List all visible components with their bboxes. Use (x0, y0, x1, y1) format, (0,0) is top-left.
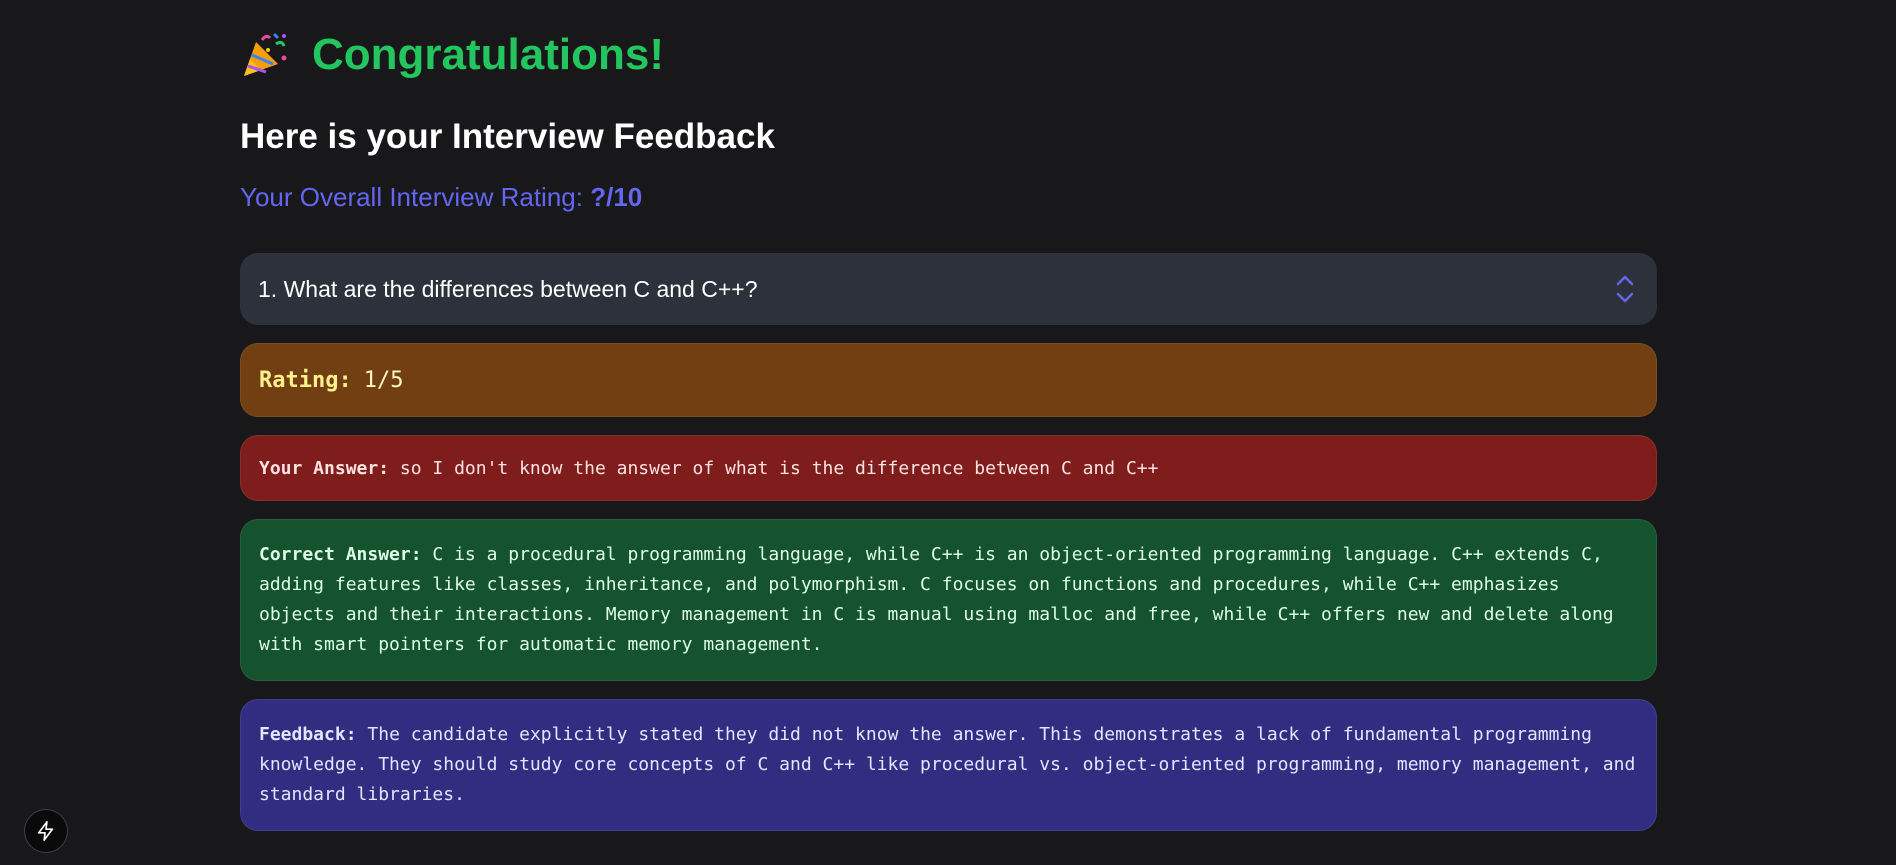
feedback-label: Feedback: (259, 724, 357, 746)
party-popper-icon (244, 32, 287, 76)
question-text: 1. What are the differences between C an… (258, 275, 758, 302)
page-subtitle: Here is your Interview Feedback (240, 117, 775, 156)
rating-label: Rating: (259, 367, 352, 393)
feedback-content: Congratulations! Here is your Interview … (240, 0, 1657, 832)
title-row: Congratulations! (240, 0, 1657, 110)
question-accordion-toggle[interactable]: 1. What are the differences between C an… (240, 253, 1657, 326)
correct-answer-card: Correct Answer: C is a procedural progra… (240, 519, 1657, 682)
rating-value: 1/5 (363, 367, 404, 393)
lightning-bolt-icon (37, 821, 54, 841)
feedback-card: Feedback: The candidate explicitly state… (240, 699, 1657, 832)
feedback-text: The candidate explicitly stated they did… (259, 724, 1636, 806)
chevron-up-down-icon (1616, 275, 1634, 303)
overall-rating: Your Overall Interview Rating: ?/10 (240, 182, 1657, 213)
page: Congratulations! Here is your Interview … (0, 0, 1896, 865)
overall-rating-value: ?/10 (590, 182, 643, 212)
your-answer-text: so I don't know the answer of what is th… (399, 457, 1159, 479)
overall-rating-label: Your Overall Interview Rating: (240, 182, 583, 212)
your-answer-card: Your Answer: so I don't know the answer … (240, 435, 1657, 502)
dev-tools-button[interactable] (24, 809, 68, 853)
correct-answer-label: Correct Answer: (259, 544, 422, 566)
your-answer-label: Your Answer: (259, 457, 390, 479)
rating-card: Rating: 1/5 (240, 343, 1657, 418)
correct-answer-text: C is a procedural programming language, … (259, 544, 1614, 656)
page-title: Congratulations! (312, 30, 664, 79)
